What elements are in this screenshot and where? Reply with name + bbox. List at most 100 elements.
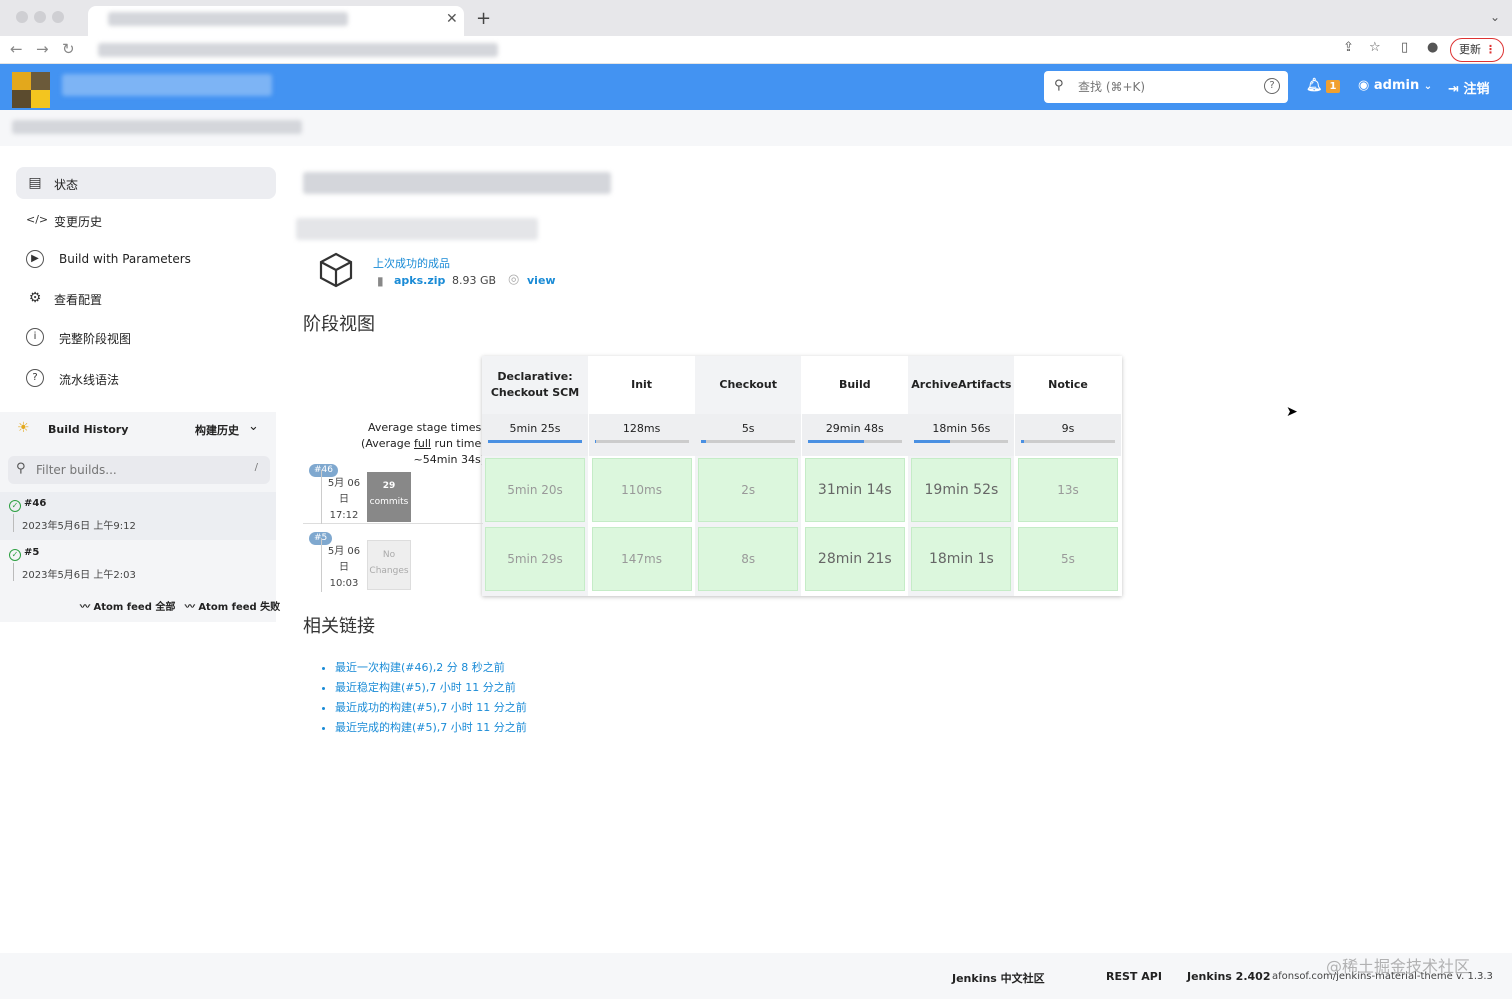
reload-icon[interactable]: ↻ (62, 40, 75, 58)
tab-title-redacted (108, 12, 348, 26)
play-icon: ▶ (26, 250, 44, 268)
search-input[interactable] (1078, 77, 1248, 97)
stage-column: Notice 9s 13s 5s (1015, 356, 1121, 596)
run-row-5[interactable]: #5 5月 06日10:03 NoChanges (303, 524, 483, 592)
build-entry-46[interactable]: ✓ #46 2023年5月6日 上午9:12 (0, 492, 276, 540)
stage-average-time: 5min 25s (482, 414, 588, 456)
stage-header: Build (838, 378, 871, 391)
new-tab-icon[interactable]: + (476, 8, 491, 29)
related-link-last-build[interactable]: 最近一次构建(#46),2 分 8 秒之前 (335, 659, 527, 675)
stage-cell[interactable]: 147ms (591, 527, 692, 591)
sidebar-item-full-stage-view[interactable]: i 完整阶段视图 (16, 321, 276, 353)
logout-button[interactable]: ⇥ 注销 (1448, 78, 1489, 97)
help-icon: ? (26, 369, 44, 387)
notification-badge: 1 (1325, 80, 1341, 93)
sidebar-item-status[interactable]: ▤ 状态 (16, 167, 276, 199)
stage-average-bar (807, 440, 902, 443)
stage-view-heading: 阶段视图 (303, 314, 375, 335)
maximize-window-button[interactable] (52, 11, 64, 23)
watermark: @稀土掘金技术社区 (1326, 957, 1471, 976)
build-time[interactable]: 2023年5月6日 上午9:12 (22, 517, 136, 532)
stage-cell[interactable]: 31min 14s (804, 458, 905, 522)
notifications-button[interactable]: 🔔︎ 1 (1306, 78, 1341, 93)
star-icon[interactable]: ☆ (1369, 40, 1381, 55)
stage-column: Build 29min 48s 31min 14s 28min 21s (801, 356, 908, 596)
stage-cell[interactable]: 18min 1s (911, 527, 1012, 591)
chevron-down-icon[interactable]: ⌄ (248, 419, 259, 434)
build-history-header[interactable]: ☀ Build History 构建历史 ⌄ (0, 412, 276, 446)
file-icon: ▮ (377, 274, 384, 288)
help-icon[interactable]: ? (1264, 78, 1280, 94)
stage-average-bar (914, 440, 1009, 443)
changes-badge[interactable]: No Changes (367, 540, 411, 590)
sidebar-item-changes[interactable]: </> 变更历史 (16, 204, 276, 236)
build-time[interactable]: 2023年5月6日 上午2:03 (22, 566, 136, 581)
url-redacted (98, 43, 498, 57)
build-id[interactable]: #46 (24, 498, 46, 509)
artifact-file-link[interactable]: apks.zip (394, 274, 445, 287)
stage-average-bar-fill (594, 440, 597, 443)
sidebar-item-configure[interactable]: ⚙ 查看配置 (16, 282, 276, 314)
browser-tab[interactable] (88, 6, 464, 36)
last-successful-artifacts-link[interactable]: 上次成功的成品 (373, 255, 450, 271)
atom-feed-failed-link[interactable]: Atom feed 失败 (198, 602, 280, 613)
sidebar-item-build-with-parameters[interactable]: ▶ Build with Parameters (16, 243, 276, 275)
profile-icon[interactable]: ● (1427, 40, 1438, 55)
fingerprint-view-link[interactable]: view (527, 274, 556, 287)
forward-icon[interactable]: → (36, 40, 49, 58)
stage-average-value: 5min 25s (509, 422, 561, 435)
footer-rest-api-link[interactable]: REST API (1106, 970, 1162, 983)
stage-cell[interactable]: 19min 52s (911, 458, 1012, 522)
address-bar[interactable] (88, 39, 1408, 61)
stage-cell[interactable]: 13s (1018, 458, 1118, 522)
stage-cell[interactable]: 5s (1018, 527, 1118, 591)
sidebar-item-pipeline-syntax[interactable]: ? 流水线语法 (16, 362, 276, 394)
stage-cell[interactable]: 5min 20s (485, 458, 585, 522)
stage-cell[interactable]: 110ms (591, 458, 692, 522)
related-link-last-successful[interactable]: 最近成功的构建(#5),7 小时 11 分之前 (335, 699, 527, 715)
jenkins-logo[interactable] (12, 72, 50, 108)
build-id[interactable]: #5 (24, 547, 39, 558)
filter-builds[interactable]: ⚲ / (8, 456, 270, 484)
full-runtime-link[interactable]: full (414, 437, 431, 450)
build-history-title-cn: 构建历史 (195, 424, 239, 437)
close-window-button[interactable] (16, 11, 28, 23)
back-icon[interactable]: ← (10, 40, 23, 58)
search-box[interactable]: ⚲ ? (1044, 71, 1288, 103)
update-button[interactable]: 更新 ⋮ (1450, 38, 1504, 62)
stage-cell[interactable]: 5min 29s (485, 527, 585, 591)
stage-header: Declarative: Checkout SCM (490, 370, 580, 399)
build-entry-5[interactable]: ✓ #5 2023年5月6日 上午2:03 (0, 541, 276, 589)
chevron-down-icon[interactable]: ⌄ (1490, 10, 1500, 24)
stage-cell[interactable]: 8s (698, 527, 799, 591)
tab-close-icon[interactable]: ✕ (446, 11, 458, 27)
build-history-title: Build History (48, 423, 129, 436)
stage-average-time: 128ms (588, 414, 695, 456)
changes-badge[interactable]: 29 commits (367, 472, 411, 522)
stage-average-bar-fill (1021, 440, 1024, 443)
stage-average-time: 5s (695, 414, 802, 456)
stage-cell[interactable]: 28min 21s (804, 527, 905, 591)
run-date: 5月 06 日 10:03 (327, 546, 361, 589)
share-icon[interactable]: ⇪ (1343, 40, 1354, 55)
run-row-46[interactable]: #46 5月 06 日 17:12 29 commits (303, 456, 483, 524)
stage-view-runs: #46 5月 06日17:12 29commits #5 5月 06日10:03… (303, 456, 483, 592)
info-icon: i (26, 328, 44, 346)
sidepanel-icon[interactable]: ▯ (1401, 40, 1408, 55)
stage-header: ArchiveArtifacts (911, 378, 1012, 391)
footer-version-link[interactable]: Jenkins 2.402 (1187, 970, 1270, 983)
stage-average-bar (1021, 440, 1115, 443)
footer-community-link[interactable]: Jenkins 中文社区 (952, 970, 1045, 986)
stage-cell[interactable]: 2s (698, 458, 799, 522)
atom-feed-all-link[interactable]: Atom feed 全部 (93, 602, 175, 613)
project-title-redacted (303, 172, 611, 194)
stage-average-bar-fill (488, 440, 582, 443)
stage-header: Checkout (719, 378, 777, 391)
related-link-last-completed[interactable]: 最近完成的构建(#5),7 小时 11 分之前 (335, 719, 527, 735)
user-menu[interactable]: ◉ admin ⌄ (1358, 78, 1432, 93)
filter-builds-input[interactable] (36, 461, 236, 479)
minimize-window-button[interactable] (34, 11, 46, 23)
related-link-last-stable[interactable]: 最近稳定构建(#5),7 小时 11 分之前 (335, 679, 527, 695)
sun-icon: ☀ (17, 420, 30, 436)
stage-header: Init (631, 378, 653, 391)
